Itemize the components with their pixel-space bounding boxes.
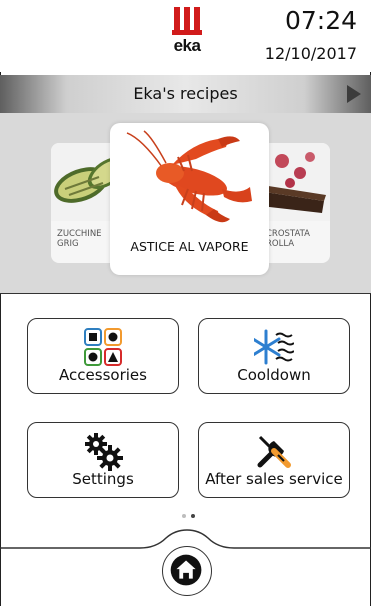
eka-logo: eka (169, 7, 205, 61)
accessories-button[interactable]: Accessories (27, 318, 179, 394)
header: eka 07:24 12/10/2017 (0, 0, 371, 72)
clock-date: 12/10/2017 (264, 44, 357, 63)
cooldown-label: Cooldown (237, 366, 311, 384)
page-dot[interactable] (182, 514, 186, 518)
recipe-label: ZUCCHINE GRIG (57, 229, 102, 249)
after-sales-service-button[interactable]: After sales service (198, 422, 350, 498)
cooldown-button[interactable]: Cooldown (198, 318, 350, 394)
settings-label: Settings (72, 470, 134, 488)
logo-text: eka (173, 36, 201, 55)
accessories-grid-icon (84, 328, 122, 366)
settings-button[interactable]: Settings (27, 422, 179, 498)
page-indicator (182, 514, 195, 518)
clock-time: 07:24 (284, 6, 357, 35)
recipe-card-astice[interactable]: ASTICE AL VAPORE (110, 123, 269, 275)
gears-icon (85, 433, 123, 471)
lobster-image (126, 130, 252, 223)
recipes-title: Eka's recipes (133, 84, 238, 103)
tools-icon (257, 435, 291, 468)
home-icon (170, 554, 202, 586)
arrow-right-icon[interactable] (347, 85, 361, 103)
recipe-label: CROSTATA ROLLA (266, 229, 310, 249)
page-dot-active[interactable] (191, 514, 195, 518)
recipes-bar[interactable]: Eka's recipes (0, 75, 371, 113)
after-sales-label: After sales service (205, 470, 343, 488)
snowflake-icon (254, 329, 294, 365)
recipe-label: ASTICE AL VAPORE (130, 239, 249, 254)
recipe-carousel[interactable]: ZUCCHINE GRIG CROSTATA ROLLA ASTICE AL V… (0, 113, 371, 294)
accessories-label: Accessories (59, 366, 147, 384)
logo-bars-icon (174, 7, 200, 33)
home-button[interactable] (162, 546, 212, 596)
